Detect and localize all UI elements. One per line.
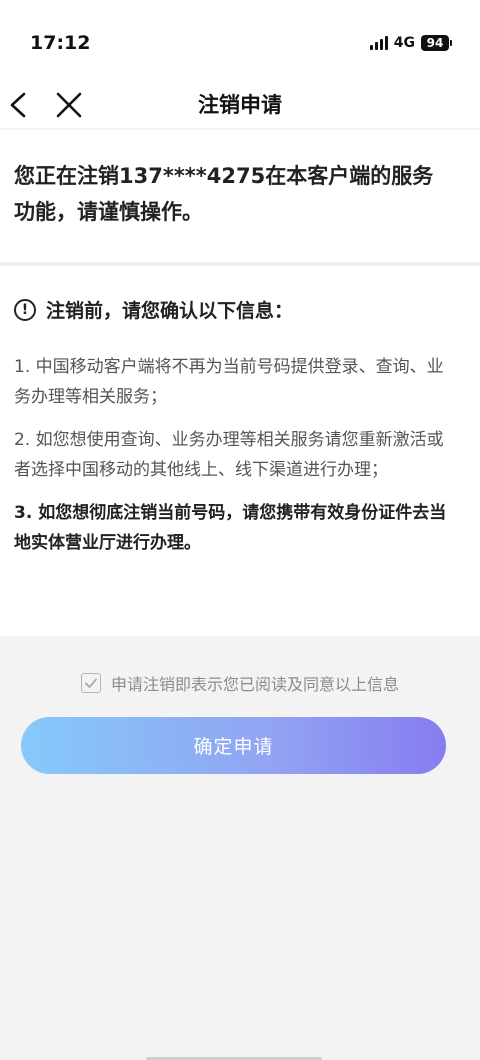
checkmark-icon <box>85 678 97 688</box>
page-title: 注销申请 <box>198 93 282 117</box>
signal-icon <box>369 36 388 50</box>
info-heading-text: 注销前，请您确认以下信息： <box>46 300 294 322</box>
info-list: 1. 中国移动客户端将不再为当前号码提供登录、查询、业务办理等相关服务； 2. … <box>14 352 454 571</box>
info-heading: ! 注销前，请您确认以下信息： <box>14 296 293 323</box>
status-time: 17:12 <box>30 32 91 54</box>
status-indicators: 4G 94 <box>369 34 452 52</box>
cancellation-notice: 您正在注销137****4275在本客户端的服务功能，请谨慎操作。 <box>14 164 434 224</box>
exclamation-circle-icon: ! <box>14 298 36 321</box>
confirm-apply-button[interactable]: 确定申请 <box>21 717 446 774</box>
network-label: 4G <box>393 35 415 51</box>
battery-level: 94 <box>421 35 449 51</box>
header-card: 您正在注销137****4275在本客户端的服务功能，请谨慎操作。 <box>0 130 480 262</box>
info-card: ! 注销前，请您确认以下信息： 1. 中国移动客户端将不再为当前号码提供登录、查… <box>0 266 480 636</box>
list-item: 1. 中国移动客户端将不再为当前号码提供登录、查询、业务办理等相关服务； <box>14 357 444 407</box>
agreement-label: 申请注销即表示您已阅读及同意以上信息 <box>110 675 399 694</box>
agreement-checkbox[interactable] <box>80 673 101 693</box>
battery-icon: 94 <box>421 35 452 51</box>
status-bar: 17:12 4G 94 <box>0 0 480 82</box>
agreement-row[interactable]: 申请注销即表示您已阅读及同意以上信息 <box>0 671 480 695</box>
confirm-button-label: 确定申请 <box>193 736 274 758</box>
list-item: 2. 如您想使用查询、业务办理等相关服务请您重新激活或者选择中国移动的其他线上、… <box>14 430 444 480</box>
nav-bar: 注销申请 <box>0 82 480 128</box>
list-item: 3. 如您想彻底注销当前号码，请您携带有效身份证件去当地实体营业厅进行办理。 <box>14 503 447 553</box>
